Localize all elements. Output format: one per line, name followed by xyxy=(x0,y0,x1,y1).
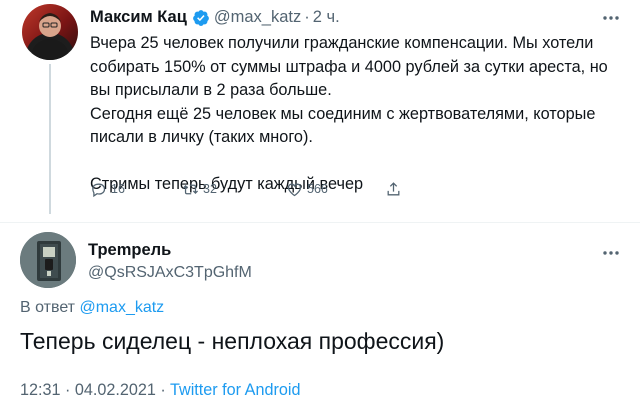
author-name[interactable]: Максим Кац xyxy=(90,8,187,27)
separator-dot: · xyxy=(304,8,310,26)
thread-connector-line xyxy=(49,64,51,214)
replying-to-label: В ответ xyxy=(20,299,76,316)
like-button[interactable]: 566 xyxy=(286,181,328,198)
tweet-paragraph: Сегодня ещё 25 человек мы соединим с жер… xyxy=(90,104,596,147)
avatar-portrait-icon xyxy=(30,13,70,60)
tweet-paragraph: Стримы теперь будут каждый вечер xyxy=(90,175,364,193)
share-icon xyxy=(387,181,400,195)
tweet-divider xyxy=(0,222,640,223)
meta-separator: · xyxy=(155,381,171,399)
reply-icon xyxy=(92,183,106,197)
heart-icon xyxy=(287,183,302,196)
reply-more-options-icon[interactable] xyxy=(602,243,620,257)
share-button[interactable] xyxy=(385,181,406,198)
reply-tweet-text: Теперь сиделец - неплохая профессия) xyxy=(20,328,445,354)
switch-photo-icon xyxy=(20,232,76,288)
more-horizontal-icon xyxy=(603,251,619,255)
retweet-button[interactable]: 32 xyxy=(182,181,217,198)
tweet-datetime[interactable]: 12:31 · 04.02.2021 xyxy=(20,381,156,399)
tweet-paragraph: Вчера 25 человек получили гражданские ко… xyxy=(90,34,608,99)
retweet-icon xyxy=(182,184,199,194)
verified-badge-icon xyxy=(192,9,209,26)
tweet-source-link[interactable]: Twitter for Android xyxy=(170,381,300,399)
replying-to: В ответ @max_katz xyxy=(20,299,164,317)
tweet-header: Максим Кац @max_katz · 2 ч. xyxy=(90,8,340,27)
reply-author-avatar[interactable] xyxy=(20,232,76,288)
tweet-time[interactable]: 2 ч. xyxy=(313,8,340,27)
tweet-meta: 12:31 · 04.02.2021 · Twitter for Android xyxy=(20,381,300,400)
reply-author-handle[interactable]: @QsRSJAxC3TpGhfM xyxy=(88,264,252,282)
more-options-icon[interactable] xyxy=(602,8,620,22)
reply-count: 16 xyxy=(111,182,125,196)
author-handle[interactable]: @max_katz xyxy=(214,8,301,27)
like-count: 566 xyxy=(307,182,328,196)
tweet-body: Вчера 25 человек получили гражданские ко… xyxy=(90,32,625,197)
reply-author-name[interactable]: Трempель xyxy=(88,241,171,260)
retweet-count: 32 xyxy=(203,182,217,196)
reply-button[interactable]: 16 xyxy=(90,181,125,198)
more-horizontal-icon xyxy=(603,16,619,20)
reply-mention-link[interactable]: @max_katz xyxy=(79,299,164,316)
author-avatar[interactable] xyxy=(22,4,78,60)
parent-tweet[interactable]: Максим Кац @max_katz · 2 ч. Вчера 25 чел… xyxy=(0,0,640,222)
